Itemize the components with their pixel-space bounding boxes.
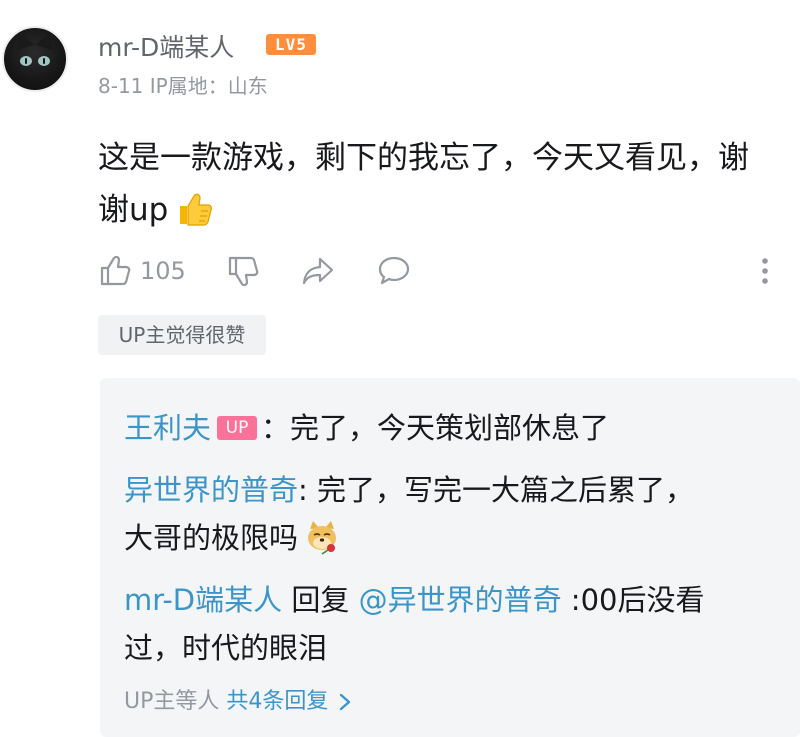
more-replies-prefix: UP主等人	[124, 689, 227, 714]
reply-word: 回复	[282, 583, 359, 617]
reply-text: 完了，今天策划部休息了	[290, 411, 610, 445]
comment-username[interactable]: mr-D端某人	[98, 28, 234, 64]
reply-item[interactable]: mr-D端某人 回复 @异世界的普奇 :00后没看	[124, 576, 704, 624]
reply-text: 完了，写完一大篇之后累了，	[307, 473, 695, 507]
cat-eye	[38, 56, 50, 66]
view-more-replies[interactable]: UP主等人 共4条回复	[124, 683, 352, 715]
reply-item[interactable]: 王利夫 UP ：完了，今天策划部休息了	[124, 404, 609, 452]
reply-username[interactable]: mr-D端某人	[124, 583, 282, 617]
comment-meta: 8-11 IP属地：山东	[98, 70, 268, 99]
up-badge: UP	[217, 416, 258, 440]
cat-eye	[20, 56, 32, 66]
doge-rose-emoji	[308, 521, 337, 555]
level-badge: LV5	[266, 34, 316, 55]
comment-text-line: 这是一款游戏，剩下的我忘了，今天又看见，谢	[98, 140, 749, 176]
more-options-button[interactable]	[755, 254, 775, 288]
reply-mention[interactable]: @异世界的普奇	[359, 583, 562, 617]
dislike-button[interactable]	[226, 254, 260, 288]
reply-button[interactable]	[377, 254, 411, 288]
share-icon	[302, 257, 334, 285]
comment-icon	[378, 256, 410, 285]
reply-text: :00后没看	[561, 583, 705, 617]
comment-text-line: 谢up	[98, 184, 794, 236]
thumbs-up-emoji	[180, 193, 213, 226]
avatar[interactable]	[2, 26, 68, 92]
ip-location: IP属地：山东	[149, 74, 268, 98]
comment-date: 8-11	[98, 74, 144, 98]
reply-username[interactable]: 异世界的普奇	[124, 473, 298, 507]
more-vertical-icon	[762, 258, 768, 284]
cat-ear	[11, 29, 35, 51]
reply-item[interactable]: 异世界的普奇: 完了，写完一大篇之后累了，	[124, 466, 694, 514]
up-liked-tag: UP主觉得很赞	[98, 315, 266, 355]
more-replies-link[interactable]: 共4条回复	[226, 689, 328, 714]
thumbs-up-icon	[100, 255, 131, 286]
cat-ear	[35, 29, 59, 51]
like-button[interactable]	[98, 254, 132, 288]
thumbs-down-icon	[228, 256, 259, 287]
reply-separator: :	[298, 473, 308, 507]
reply-text-continued: 大哥的极限吗	[124, 514, 340, 562]
chevron-right-icon	[340, 693, 351, 711]
like-count: 105	[140, 257, 186, 285]
comment-text: 这是一款游戏，剩下的我忘了，今天又看见，谢 谢up	[98, 132, 794, 236]
reply-username[interactable]: 王利夫	[124, 411, 211, 445]
reply-list: 王利夫 UP ：完了，今天策划部休息了 异世界的普奇: 完了，写完一大篇之后累了， …	[100, 378, 800, 737]
reply-text-continued: 过，时代的眼泪	[124, 631, 328, 665]
reply-separator: ：	[261, 411, 291, 445]
share-button[interactable]	[301, 254, 335, 288]
